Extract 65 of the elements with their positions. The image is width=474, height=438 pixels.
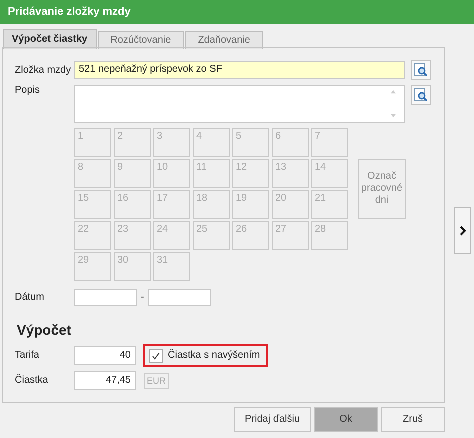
tab[interactable]: Zdaňovanie: [185, 31, 264, 49]
field-label: Dátum: [15, 292, 46, 303]
day-cell[interactable]: 6: [272, 128, 308, 157]
dialog-button[interactable]: Ok: [314, 407, 378, 432]
field-label: Čiastka: [15, 375, 50, 386]
scroll-up-icon: [391, 90, 396, 94]
day-cell[interactable]: 17: [153, 190, 190, 219]
day-cell[interactable]: 24: [153, 221, 190, 250]
chevron-right-icon: [460, 226, 466, 236]
lookup-button[interactable]: [411, 60, 431, 80]
wage-component-field[interactable]: 521 nepeňažný príspevok zo SF: [74, 61, 405, 79]
day-cell[interactable]: 23: [114, 221, 150, 250]
day-cell[interactable]: 15: [74, 190, 111, 219]
search-icon: [414, 63, 428, 77]
check-icon: [151, 350, 161, 360]
day-cell[interactable]: 25: [192, 221, 230, 250]
day-cell[interactable]: 20: [272, 190, 308, 219]
day-cell[interactable]: 30: [114, 252, 150, 281]
window-title: Pridávanie zložky mzdy: [8, 6, 131, 18]
date-to-field[interactable]: [148, 289, 212, 306]
day-cell[interactable]: 27: [272, 221, 308, 250]
day-cell[interactable]: 19: [232, 190, 269, 219]
expand-button[interactable]: [454, 207, 471, 254]
day-cell[interactable]: 12: [232, 159, 269, 188]
day-cell[interactable]: 2: [114, 128, 150, 157]
increase-checkbox[interactable]: Čiastka s navýšením: [143, 344, 268, 367]
date-from-field[interactable]: [74, 289, 137, 306]
day-cell[interactable]: 3: [153, 128, 190, 157]
mark-workdays-button[interactable]: Označ pracovné dni: [358, 159, 406, 219]
search-icon: [414, 88, 428, 102]
currency-badge: EUR: [144, 372, 170, 388]
day-cell[interactable]: 7: [311, 128, 348, 157]
day-cell[interactable]: 5: [232, 128, 269, 157]
checkbox-label: Čiastka s navýšením: [168, 350, 260, 361]
field-label: Popis: [15, 85, 42, 96]
day-cell[interactable]: 13: [272, 159, 308, 188]
day-cell[interactable]: 4: [192, 128, 230, 157]
section-heading: Výpočet: [17, 322, 72, 338]
amount-field[interactable]: 47,45: [74, 371, 136, 390]
rate-field[interactable]: 40: [74, 346, 136, 365]
day-cell[interactable]: 9: [114, 159, 150, 188]
day-cell[interactable]: 31: [153, 252, 190, 281]
day-cell[interactable]: 18: [192, 190, 230, 219]
day-cell[interactable]: 10: [153, 159, 190, 188]
scroll-down-icon: [391, 114, 396, 118]
day-cell[interactable]: 22: [74, 221, 111, 250]
field-label: Zložka mzdy: [15, 64, 72, 76]
day-cell[interactable]: 11: [192, 159, 230, 188]
tab[interactable]: Výpočet čiastky: [3, 29, 97, 49]
checkbox[interactable]: [149, 348, 163, 362]
date-separator: -: [141, 292, 144, 303]
day-cell[interactable]: 14: [311, 159, 348, 188]
day-cell[interactable]: 8: [74, 159, 111, 188]
day-cell[interactable]: 28: [311, 221, 348, 250]
description-field[interactable]: [74, 85, 405, 123]
day-cell[interactable]: 21: [311, 190, 348, 219]
tab[interactable]: Rozúčtovanie: [98, 31, 184, 49]
day-cell[interactable]: 26: [232, 221, 269, 250]
day-cell[interactable]: 1: [74, 128, 111, 157]
field-label: Tarifa: [15, 350, 40, 361]
day-cell[interactable]: 16: [114, 190, 150, 219]
dialog-button[interactable]: Pridaj ďalšiu: [234, 407, 311, 432]
lookup-button[interactable]: [411, 85, 431, 105]
day-cell[interactable]: 29: [74, 252, 111, 281]
dialog-button[interactable]: Zruš: [381, 407, 445, 432]
